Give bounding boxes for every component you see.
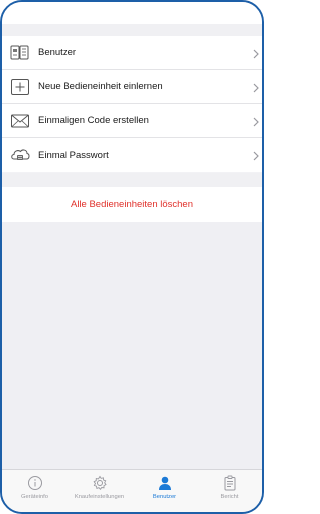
phone-frame: Benutzer Neue Bedieneinheit einlernen Ei… [0, 0, 264, 514]
tab-label: Knaufeinstellungen [74, 494, 125, 500]
tab-bar: Geräteinfo Knaufeinstellungen Benutzer B… [2, 469, 262, 512]
chevron-right-icon [252, 149, 260, 161]
tab-label: Bericht [220, 494, 239, 500]
top-bar [2, 2, 262, 24]
menu-item-label: Einmaligen Code erstellen [38, 115, 149, 126]
info-icon [27, 475, 43, 491]
section-separator [2, 173, 262, 187]
menu-item-label: Benutzer [38, 47, 77, 58]
empty-area [2, 222, 262, 470]
chevron-right-icon [252, 115, 260, 127]
users-grid-icon [10, 43, 30, 63]
clipboard-icon [222, 475, 238, 491]
menu-item-neue-bedieneinheit[interactable]: Neue Bedieneinheit einlernen [2, 70, 262, 104]
user-icon [157, 475, 173, 491]
menu-item-label: Neue Bedieneinheit einlernen [38, 81, 163, 92]
menu-item-einmal-passwort[interactable]: Einmal Passwort [2, 138, 262, 172]
password-cloud-icon [10, 145, 30, 165]
delete-all-label: Alle Bedieneinheiten löschen [70, 199, 193, 210]
chevron-right-icon [252, 47, 260, 59]
code-envelope-icon [10, 111, 30, 131]
tab-bericht[interactable]: Bericht [197, 470, 262, 512]
delete-all-button[interactable]: Alle Bedieneinheiten löschen [2, 187, 262, 222]
tab-label: Benutzer [152, 494, 177, 500]
tab-label: Geräteinfo [20, 494, 49, 500]
chevron-right-icon [252, 81, 260, 93]
tab-knaufeinstellungen[interactable]: Knaufeinstellungen [67, 470, 132, 512]
menu-item-einmaligen-code[interactable]: Einmaligen Code erstellen [2, 104, 262, 138]
tab-benutzer[interactable]: Benutzer [132, 470, 197, 512]
settings-menu: Benutzer Neue Bedieneinheit einlernen Ei… [2, 36, 262, 172]
gear-icon [92, 475, 108, 491]
section-separator [2, 24, 262, 36]
menu-item-label: Einmal Passwort [38, 149, 109, 161]
menu-item-benutzer[interactable]: Benutzer [2, 36, 262, 70]
tab-geraeteinfo[interactable]: Geräteinfo [2, 470, 67, 512]
plus-box-icon [10, 77, 30, 97]
